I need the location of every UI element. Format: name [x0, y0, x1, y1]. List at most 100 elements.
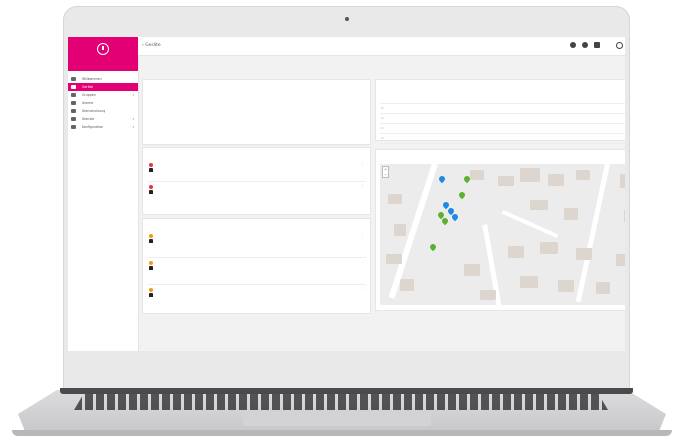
map-building [540, 242, 558, 254]
zoom-out-button[interactable]: − [383, 172, 388, 177]
laptop-hinge [60, 388, 633, 394]
map-marker[interactable] [430, 244, 436, 252]
column-header[interactable] [390, 94, 519, 104]
row-checkbox[interactable]: ☐ [380, 123, 390, 134]
device-link[interactable] [390, 113, 519, 124]
map-building [616, 254, 625, 266]
table-row[interactable]: ☐ [380, 113, 625, 124]
table-header-row [380, 94, 625, 104]
map-building [388, 194, 402, 204]
map-building [520, 168, 540, 182]
sidebar-item-configuration[interactable]: Konfiguration ▾ [68, 123, 138, 131]
more-icon[interactable]: ⋮ [361, 184, 364, 187]
map-marker[interactable] [452, 214, 458, 222]
row-checkbox[interactable]: ☐ [380, 103, 390, 114]
breadcrumb[interactable]: › Geräte [142, 43, 161, 48]
chevron-down-icon: ▾ [132, 125, 134, 129]
alarm-warning-icon [149, 234, 153, 243]
alarm-critical-icon [149, 185, 153, 194]
folder-icon [71, 93, 76, 97]
sidebar-item-groups[interactable]: Gruppen ▾ [68, 91, 138, 99]
welcome-card [142, 79, 371, 145]
power-logo-icon [97, 43, 109, 55]
map-building [576, 248, 592, 260]
map-building [498, 176, 514, 186]
sidebar-item-services[interactable]: Dienste ▾ [68, 115, 138, 123]
devices-table: ☐ ☐ ☐ ☐ [380, 94, 625, 144]
map-building [530, 200, 548, 210]
row-checkbox[interactable]: ☐ [380, 133, 390, 144]
more-icon[interactable]: ⋮ [361, 287, 364, 290]
app-screen: Willkommen Geräte Gruppen ▾ Alarme Diens… [68, 37, 625, 351]
sidebar-item-label: Alarme [82, 101, 94, 105]
sidebar-item-welcome[interactable]: Willkommen [68, 75, 138, 83]
table-row[interactable]: ☐ [380, 103, 625, 114]
more-icon[interactable]: ⋮ [361, 233, 364, 236]
column-header [380, 94, 390, 104]
map-building [596, 282, 610, 294]
bell-icon [71, 101, 76, 105]
device-link[interactable] [390, 123, 519, 134]
map-building [394, 224, 406, 236]
map-building [620, 174, 625, 188]
alarm-item[interactable]: ⋮ [147, 162, 366, 180]
sidebar-item-devices[interactable]: Geräte [68, 83, 138, 91]
map-road [501, 209, 559, 239]
map-marker[interactable] [439, 176, 445, 184]
divider [147, 257, 366, 258]
active-alarms-card: ⋮ ⋮ [142, 147, 371, 215]
table-row[interactable]: ☐ [380, 123, 625, 134]
sidebar-item-label: Geräte [82, 85, 93, 89]
laptop-bezel-bottom [68, 351, 625, 385]
recent-alarms-card: ⋮ ⋮ ⋮ [142, 218, 371, 314]
alarm-item[interactable]: ⋮ [147, 184, 366, 202]
shield-icon [71, 117, 76, 121]
map-building [508, 246, 524, 258]
map-building [470, 170, 484, 180]
apps-grid-icon[interactable] [594, 42, 600, 48]
map-marker[interactable] [442, 218, 448, 226]
gear-icon[interactable] [582, 42, 588, 48]
map-card: + − [375, 149, 625, 311]
sidebar-item-label: Gruppen [82, 93, 96, 97]
user-icon[interactable] [616, 42, 623, 49]
sidebar: Willkommen Geräte Gruppen ▾ Alarme Diens… [68, 37, 139, 351]
alarm-critical-icon [149, 163, 153, 172]
sidebar-item-alarms[interactable]: Alarme [68, 99, 138, 107]
welcome-icon [71, 77, 76, 81]
sidebar-item-label: Konfiguration [82, 125, 104, 129]
more-icon[interactable]: ⋮ [361, 162, 364, 165]
column-header[interactable] [519, 94, 625, 104]
more-icon[interactable]: ⋮ [361, 260, 364, 263]
alarm-item[interactable]: ⋮ [147, 287, 366, 309]
device-map[interactable]: + − [380, 164, 625, 305]
map-building [400, 279, 414, 291]
sidebar-item-service-usage[interactable]: Dienstnutzung [68, 107, 138, 115]
search-icon[interactable] [570, 42, 576, 48]
wrench-icon [71, 125, 76, 129]
keyboard [74, 392, 608, 410]
divider [147, 284, 366, 285]
divider [147, 181, 366, 182]
devices-card: ☐ ☐ ☐ ☐ [375, 79, 625, 144]
map-building [558, 280, 574, 292]
table-row[interactable]: ☐ [380, 133, 625, 144]
sidebar-item-label: Dienstnutzung [82, 109, 106, 113]
device-link[interactable] [390, 103, 519, 114]
device-link[interactable] [390, 133, 519, 144]
webcam [345, 17, 349, 21]
sidebar-item-label: Dienste [82, 117, 95, 121]
map-building [520, 276, 538, 288]
brand-header[interactable] [68, 37, 138, 71]
alarm-item[interactable]: ⋮ [147, 260, 366, 282]
row-checkbox[interactable]: ☐ [380, 113, 390, 124]
map-marker[interactable] [459, 192, 465, 200]
map-marker[interactable] [464, 176, 470, 184]
alarm-item[interactable]: ⋮ [147, 233, 366, 255]
top-bar: › Geräte [138, 37, 625, 56]
chevron-down-icon: ▾ [132, 93, 134, 97]
home-icon [71, 85, 76, 89]
touchpad [243, 412, 431, 426]
sidebar-item-label: Willkommen [82, 77, 102, 81]
laptop-edge [12, 430, 672, 436]
